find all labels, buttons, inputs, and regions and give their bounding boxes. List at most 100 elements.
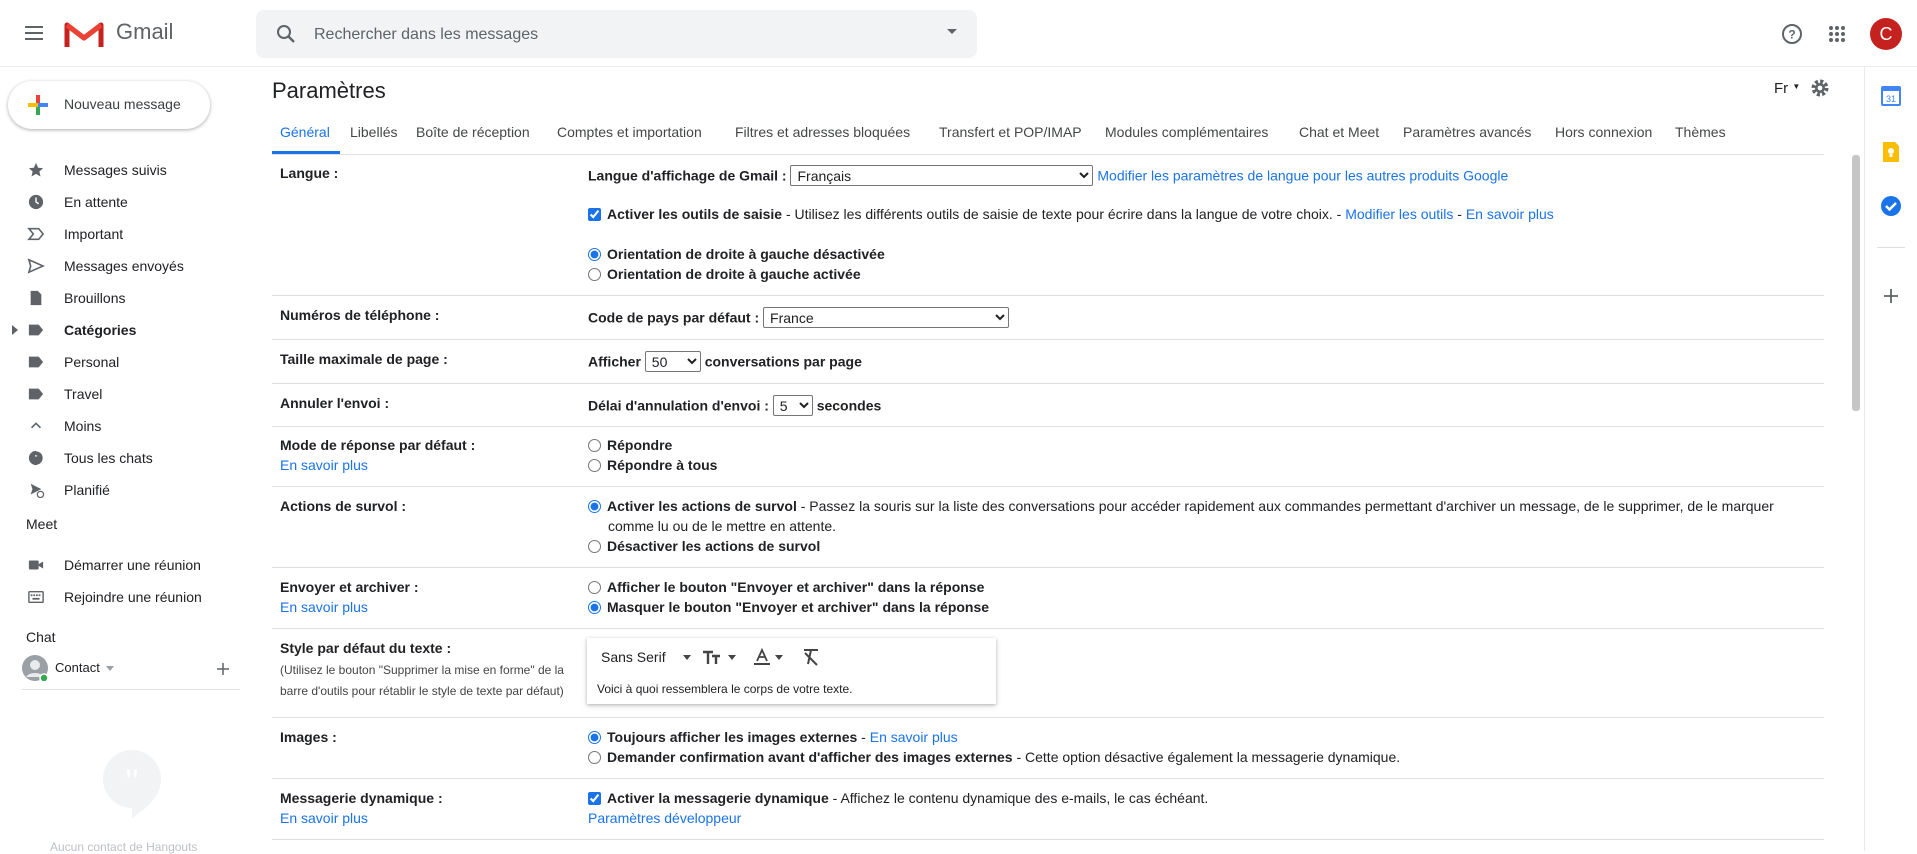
- scheduled-icon: [30, 483, 45, 498]
- main-menu-button[interactable]: [22, 22, 46, 46]
- send-archive-show-radio[interactable]: [588, 581, 601, 594]
- sidebar-item-starred[interactable]: Messages suivis: [0, 154, 240, 186]
- reply-all-option[interactable]: Répondre à tous: [588, 457, 717, 473]
- tab-offline[interactable]: Hors connexion: [1555, 124, 1652, 140]
- search-bar[interactable]: [256, 10, 977, 58]
- rtl-on-option[interactable]: Orientation de droite à gauche activée: [588, 266, 861, 282]
- tab-advanced[interactable]: Paramètres avancés: [1403, 124, 1531, 140]
- sidebar-item-scheduled[interactable]: Planifié: [0, 474, 240, 506]
- send-archive-hide-radio[interactable]: [588, 601, 601, 614]
- undo-send-control: Délai d'annulation d'envoi : 5 secondes: [588, 395, 881, 416]
- text-color-button[interactable]: [753, 647, 784, 671]
- learn-more-link[interactable]: En savoir plus: [1466, 206, 1554, 222]
- hover-disable-option[interactable]: Désactiver les actions de survol: [588, 538, 820, 554]
- sidebar-item-personal[interactable]: Personal: [0, 346, 240, 378]
- dynamic-mail-option[interactable]: Activer la messagerie dynamique - Affich…: [588, 790, 1208, 806]
- sidebar-item-all-chats[interactable]: " Tous les chats: [0, 442, 240, 474]
- learn-more-link[interactable]: En savoir plus: [870, 729, 958, 745]
- keep-icon[interactable]: [1879, 140, 1903, 164]
- account-avatar[interactable]: C: [1870, 18, 1902, 50]
- scrollbar-thumb[interactable]: [1852, 155, 1860, 411]
- hover-enable-radio[interactable]: [588, 500, 601, 513]
- display-language-select[interactable]: Français: [790, 165, 1094, 186]
- text-size-icon: [703, 650, 720, 664]
- calendar-icon[interactable]: 31: [1879, 84, 1903, 108]
- setting-row-reply-mode: Mode de réponse par défaut : En savoir p…: [272, 427, 1824, 487]
- page-size-control: Afficher 50 conversations par page: [588, 351, 862, 372]
- add-contact-icon[interactable]: [216, 662, 230, 676]
- page-size-select[interactable]: 50: [644, 351, 701, 372]
- search-icon[interactable]: [274, 22, 298, 46]
- text-color-icon: [754, 647, 770, 665]
- setting-row-images: Images : Toujours afficher les images ex…: [272, 718, 1824, 779]
- rtl-off-option[interactable]: Orientation de droite à gauche désactivé…: [588, 246, 885, 262]
- search-options-icon[interactable]: [947, 29, 957, 34]
- expand-arrow-icon[interactable]: [12, 325, 18, 335]
- tab-themes[interactable]: Thèmes: [1675, 124, 1726, 140]
- rtl-on-radio[interactable]: [588, 268, 601, 281]
- tab-accounts[interactable]: Comptes et importation: [557, 124, 702, 140]
- sidebar-item-label: Moins: [64, 418, 102, 434]
- reply-all-radio[interactable]: [588, 459, 601, 472]
- sidebar-item-less[interactable]: Moins: [0, 410, 240, 442]
- tab-general[interactable]: Général: [280, 124, 330, 140]
- sidebar-item-important[interactable]: Important: [0, 218, 240, 250]
- sidebar-item-label: Important: [64, 226, 124, 242]
- undo-send-select[interactable]: 5: [772, 395, 813, 416]
- hangouts-empty-text: Aucun contact de Hangouts: [50, 840, 198, 854]
- images-ask-option[interactable]: Demander confirmation avant d'afficher d…: [588, 749, 1400, 765]
- tab-labels[interactable]: Libellés: [350, 124, 397, 140]
- add-app-icon[interactable]: [1879, 284, 1903, 308]
- learn-more-link[interactable]: En savoir plus: [280, 810, 368, 826]
- learn-more-link[interactable]: En savoir plus: [280, 599, 368, 615]
- meet-join-meeting[interactable]: Rejoindre une réunion: [0, 581, 240, 613]
- rtl-off-radio[interactable]: [588, 248, 601, 261]
- modify-tools-link[interactable]: Modifier les outils: [1345, 206, 1453, 222]
- font-family-dropdown[interactable]: Sans Serif: [601, 649, 692, 665]
- other-products-language-link[interactable]: Modifier les paramètres de langue pour l…: [1097, 168, 1508, 184]
- search-input[interactable]: [312, 22, 896, 48]
- learn-more-link[interactable]: En savoir plus: [280, 457, 368, 473]
- help-icon[interactable]: ?: [1781, 23, 1803, 45]
- chevron-down-icon[interactable]: [106, 666, 114, 671]
- meet-start-meeting[interactable]: Démarrer une réunion: [0, 549, 240, 581]
- app-name[interactable]: Gmail: [116, 19, 173, 45]
- tasks-icon[interactable]: [1879, 194, 1903, 218]
- country-code-select[interactable]: France: [763, 307, 1010, 328]
- gear-icon[interactable]: [1810, 78, 1830, 98]
- tab-forwarding[interactable]: Transfert et POP/IMAP: [939, 124, 1082, 140]
- sidebar-item-drafts[interactable]: Brouillons: [0, 282, 240, 314]
- developer-settings-link[interactable]: Paramètres développeur: [588, 810, 741, 826]
- input-tools-checkbox[interactable]: [588, 208, 601, 221]
- tab-filters[interactable]: Filtres et adresses bloquées: [735, 124, 910, 140]
- contact-row[interactable]: Contact: [22, 655, 240, 690]
- tab-addons[interactable]: Modules complémentaires: [1105, 124, 1268, 140]
- hover-enable-option[interactable]: Activer les actions de survol - Passez l…: [588, 498, 1774, 514]
- star-icon: [28, 162, 44, 177]
- hover-disable-radio[interactable]: [588, 540, 601, 553]
- input-tools-button[interactable]: Fr ▼: [1774, 80, 1800, 97]
- font-size-button[interactable]: [702, 649, 737, 670]
- chat-icon: ": [28, 450, 43, 466]
- reply-option[interactable]: Répondre: [588, 437, 672, 453]
- tab-inbox[interactable]: Boîte de réception: [416, 124, 530, 140]
- reply-radio[interactable]: [588, 439, 601, 452]
- send-archive-show-option[interactable]: Afficher le bouton "Envoyer et archiver"…: [588, 579, 984, 595]
- images-always-option[interactable]: Toujours afficher les images externes - …: [588, 729, 958, 745]
- contact-avatar-icon: [22, 655, 48, 681]
- active-tab-indicator: [272, 151, 340, 154]
- send-archive-hide-option[interactable]: Masquer le bouton "Envoyer et archiver" …: [588, 599, 989, 615]
- sidebar-item-travel[interactable]: Travel: [0, 378, 240, 410]
- tab-chat-meet[interactable]: Chat et Meet: [1299, 124, 1379, 140]
- images-ask-radio[interactable]: [588, 751, 601, 764]
- sidebar-item-categories[interactable]: Catégories: [0, 314, 240, 346]
- sidebar-item-sent[interactable]: Messages envoyés: [0, 250, 240, 282]
- apps-grid-icon[interactable]: [1828, 25, 1846, 43]
- remove-formatting-icon[interactable]: [801, 648, 821, 666]
- sidebar-item-snoozed[interactable]: En attente: [0, 186, 240, 218]
- compose-button[interactable]: Nouveau message: [8, 81, 210, 129]
- images-always-radio[interactable]: [588, 731, 601, 744]
- setting-label: Images :: [280, 729, 337, 745]
- dynamic-mail-checkbox[interactable]: [588, 792, 601, 805]
- gmail-logo-icon[interactable]: [64, 18, 104, 50]
